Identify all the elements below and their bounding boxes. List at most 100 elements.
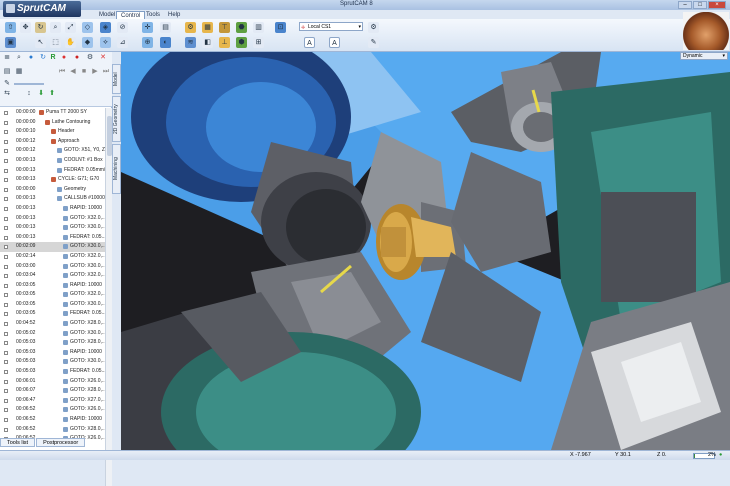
tree-row[interactable]: 00:00:13FEDRAT: 0.05mm/O6.. [0, 166, 105, 176]
row-marker-icon[interactable] [4, 303, 8, 307]
font-icon[interactable]: A [329, 37, 340, 48]
shade-icon[interactable]: ◈ [100, 22, 111, 33]
operation-tree[interactable]: 00:00:00Puma TT 2000 SY00:00:00Lathe Con… [0, 108, 105, 486]
section-icon[interactable]: ⊘ [117, 22, 128, 33]
tree-row[interactable]: 00:05:03GOTO: X30.0,... [0, 357, 105, 367]
tree-row[interactable]: 00:00:13CYCLE: G71; G70 [0, 175, 105, 185]
maximize-button[interactable]: □ [693, 1, 707, 9]
wire-icon[interactable]: ⟡ [100, 37, 111, 48]
close-button[interactable]: × [708, 1, 726, 9]
tree-row[interactable]: 00:05:02GOTO: X30.0,... [0, 329, 105, 339]
options-icon[interactable]: ⚙ [86, 54, 94, 62]
measure-icon[interactable]: ⊿ [117, 37, 128, 48]
break-icon[interactable]: ● [73, 54, 81, 62]
tree-row[interactable]: 00:00:12Approach [0, 137, 105, 147]
tree-row[interactable]: 00:03:05GOTO: X32.0,... [0, 290, 105, 300]
stop-icon[interactable]: ● [60, 54, 68, 62]
row-marker-icon[interactable] [4, 111, 8, 115]
tree-row[interactable]: 00:00:10Header [0, 127, 105, 137]
view-mode-select[interactable]: Dynamic▾ [680, 52, 728, 60]
pan-icon[interactable]: ✋ [65, 37, 76, 48]
wrench-icon[interactable]: ✎ [368, 37, 379, 48]
list-icon[interactable]: ≣ [3, 54, 11, 62]
brush-icon[interactable]: ✎ [3, 80, 11, 88]
tree-row[interactable]: 00:00:13GOTO: X30.0,... [0, 223, 105, 233]
row-marker-icon[interactable] [4, 312, 8, 316]
settings-icon[interactable]: ⚙ [368, 22, 379, 33]
zoom-icon[interactable]: ⌕ [50, 22, 61, 33]
text-icon[interactable]: A [304, 37, 315, 48]
magnify-icon[interactable]: ⌕ [15, 54, 23, 62]
tree-row[interactable]: 00:02:09GOTO: X30.0,... [0, 242, 105, 252]
axis-icon[interactable]: ✛ [142, 22, 153, 33]
grid-icon[interactable]: ⊞ [253, 37, 264, 48]
down-icon[interactable]: ⬇ [37, 90, 45, 98]
row-marker-icon[interactable] [4, 418, 8, 422]
tab-model-vertical[interactable]: Model [112, 64, 121, 94]
speed-slider[interactable] [14, 83, 44, 85]
row-marker-icon[interactable] [4, 197, 8, 201]
expand-icon[interactable]: ▤ [3, 68, 11, 76]
tree-row[interactable]: 00:00:13COOLNT: #1 Box [0, 156, 105, 166]
cs-select[interactable]: ✛Local CS1▾ [299, 22, 363, 31]
row-marker-icon[interactable] [4, 188, 8, 192]
3d-viewport[interactable] [121, 52, 730, 450]
tree-row[interactable]: 00:06:47GOTO: X27.0,... [0, 396, 105, 406]
tab-help[interactable]: Help [164, 11, 184, 19]
prev-icon[interactable]: ◀ [69, 68, 77, 76]
open-icon[interactable]: ⇧ [5, 22, 16, 33]
chip-icon[interactable]: ▥ [253, 22, 264, 33]
tree-row[interactable]: 00:06:52GOTO: X26.0,... [0, 405, 105, 415]
row-marker-icon[interactable] [4, 284, 8, 288]
tab-tools[interactable]: Tools [142, 11, 164, 19]
select-icon[interactable]: ↖ [35, 37, 46, 48]
first-icon[interactable]: ⏮ [58, 68, 66, 76]
tree-row[interactable]: 00:05:03RAPID: 10000 [0, 348, 105, 358]
row-marker-icon[interactable] [4, 236, 8, 240]
stop-sim-icon[interactable]: ■ [80, 68, 88, 76]
view-top-icon[interactable]: ◆ [82, 37, 93, 48]
tree-row[interactable]: 00:03:05FEDRAT: 0.05... [0, 309, 105, 319]
row-marker-icon[interactable] [4, 149, 8, 153]
row-marker-icon[interactable] [4, 408, 8, 412]
ab-icon[interactable]: ↕ [25, 90, 33, 98]
row-marker-icon[interactable] [4, 274, 8, 278]
tree-row[interactable]: 00:00:00Lathe Contouring [0, 118, 105, 128]
save-icon[interactable]: ▣ [5, 37, 16, 48]
workpiece-icon[interactable]: ▦ [202, 22, 213, 33]
row-marker-icon[interactable] [4, 380, 8, 384]
minimize-button[interactable]: – [678, 1, 692, 9]
row-marker-icon[interactable] [4, 265, 8, 269]
row-marker-icon[interactable] [4, 217, 8, 221]
tree-row[interactable]: 00:00:00Geometry [0, 185, 105, 195]
part-icon[interactable]: ⬢ [236, 37, 247, 48]
rect-select-icon[interactable]: ⬚ [50, 37, 61, 48]
row-marker-icon[interactable] [4, 389, 8, 393]
play-icon[interactable]: ▶ [91, 68, 99, 76]
stock-icon[interactable]: ⬣ [236, 22, 247, 33]
row-marker-icon[interactable] [4, 255, 8, 259]
tree-row[interactable]: 00:03:05RAPID: 10000 [0, 281, 105, 291]
row-marker-icon[interactable] [4, 360, 8, 364]
tab-2d-geometry[interactable]: 2D Geometry [112, 96, 121, 142]
row-marker-icon[interactable] [4, 332, 8, 336]
cs-list-icon[interactable]: ⊡ [275, 22, 286, 33]
tree-row[interactable]: 00:00:12GOTO: X51, Y0, Z1 [0, 146, 105, 156]
rotate-icon[interactable]: ↻ [35, 22, 46, 33]
tab-control[interactable]: Control [116, 11, 145, 19]
tree-row[interactable]: 00:05:03FEDRAT: 0.05... [0, 367, 105, 377]
row-marker-icon[interactable] [4, 351, 8, 355]
layers-icon[interactable]: ▤ [160, 22, 171, 33]
tree-row[interactable]: 00:00:13GOTO: X32.0,... [0, 214, 105, 224]
tree-row[interactable]: 00:06:52GOTO: X28.0,... [0, 425, 105, 435]
collapse-icon[interactable]: ▦ [15, 68, 23, 76]
fit-icon[interactable]: ⤢ [65, 22, 76, 33]
cs-icon[interactable]: ⊕ [142, 37, 153, 48]
tab-tools-list[interactable]: Tools list [0, 438, 35, 447]
row-marker-icon[interactable] [4, 399, 8, 403]
split-icon[interactable]: ⇆ [3, 90, 11, 98]
row-marker-icon[interactable] [4, 428, 8, 432]
tree-row[interactable]: 00:06:52RAPID: 10000 [0, 415, 105, 425]
delete-icon[interactable]: ✕ [99, 54, 107, 62]
tree-row[interactable]: 00:06:07GOTO: X28.0,... [0, 386, 105, 396]
